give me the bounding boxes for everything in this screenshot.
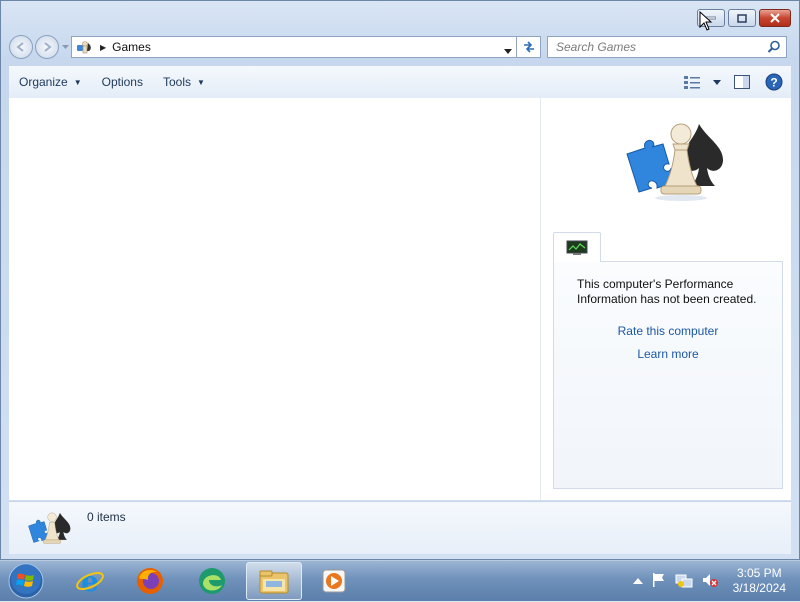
- item-count: 0 items: [87, 510, 126, 524]
- games-thumbnail-icon: [25, 508, 73, 553]
- tools-menu-button[interactable]: Tools ▼: [153, 70, 215, 94]
- clock-date: 3/18/2024: [732, 581, 786, 595]
- svg-text:e: e: [81, 566, 99, 596]
- chevron-up-icon: [632, 578, 643, 584]
- clock[interactable]: 3:05 PM 3/18/2024: [733, 566, 786, 596]
- games-info-pane: This computer's Performance Information …: [541, 98, 791, 500]
- forward-button[interactable]: [35, 35, 59, 59]
- windows-start-icon: [8, 563, 44, 599]
- tools-label: Tools: [162, 75, 191, 89]
- refresh-button[interactable]: [517, 36, 541, 58]
- organize-menu-button[interactable]: Organize ▼: [9, 70, 92, 94]
- back-button[interactable]: [9, 35, 33, 59]
- folder-icon: [259, 570, 289, 594]
- maximize-button[interactable]: [728, 9, 756, 27]
- chevron-down-icon: [713, 79, 721, 85]
- performance-panel: This computer's Performance Information …: [553, 261, 783, 489]
- svg-text:?: ?: [770, 76, 777, 90]
- preview-pane-button[interactable]: [729, 71, 755, 93]
- search-input[interactable]: [554, 37, 768, 57]
- learn-more-link[interactable]: Learn more: [554, 347, 782, 361]
- edge-browser-icon: [199, 568, 225, 594]
- taskbar: e 3:05 PM 3/18/2024: [0, 560, 800, 601]
- address-row: ▶ Games: [9, 35, 791, 59]
- address-box[interactable]: ▶ Games: [71, 36, 517, 58]
- action-center-flag-icon[interactable]: [651, 572, 667, 591]
- options-label: Options: [101, 75, 143, 89]
- breadcrumb-arrow-icon[interactable]: ▶: [100, 43, 106, 52]
- refresh-icon: [523, 41, 534, 53]
- taskbar-internet-explorer[interactable]: e: [62, 562, 118, 600]
- recent-pages-dropdown[interactable]: [61, 45, 69, 49]
- volume-muted-icon[interactable]: [701, 572, 719, 591]
- organize-label: Organize: [19, 75, 68, 89]
- command-bar-right: ?: [679, 71, 787, 93]
- address-dropdown-icon[interactable]: [504, 43, 512, 57]
- taskbar-media-player[interactable]: [306, 562, 362, 600]
- games-explorer-image: [619, 116, 729, 209]
- explorer-window: ▶ Games Organize ▼ Options: [0, 0, 800, 560]
- taskbar-windows-explorer[interactable]: [246, 562, 302, 600]
- view-options-dropdown[interactable]: [711, 71, 723, 93]
- taskbar-edge[interactable]: [184, 562, 240, 600]
- show-hidden-icons-button[interactable]: [632, 574, 643, 588]
- start-button[interactable]: [8, 563, 44, 599]
- file-list-pane[interactable]: [9, 98, 541, 500]
- preview-pane-icon: [734, 75, 750, 89]
- command-bar: Organize ▼ Options Tools ▼ ?: [9, 65, 791, 99]
- rate-this-computer-link[interactable]: Rate this computer: [554, 324, 782, 338]
- chevron-down-icon: ▼: [197, 77, 205, 87]
- chevron-down-icon: [61, 45, 69, 49]
- chevron-down-icon: ▼: [73, 77, 82, 87]
- details-view-icon: [684, 76, 700, 89]
- breadcrumb-games[interactable]: Games: [112, 40, 151, 54]
- details-pane: 0 items: [9, 501, 791, 554]
- search-box: [547, 36, 787, 58]
- close-icon: [770, 13, 780, 23]
- help-button[interactable]: ?: [761, 71, 787, 93]
- back-arrow-icon: [16, 42, 24, 52]
- mouse-cursor-icon: [699, 10, 713, 34]
- firefox-icon: [137, 568, 163, 594]
- system-tray: 3:05 PM 3/18/2024: [632, 561, 786, 601]
- maximize-icon: [737, 13, 747, 23]
- close-button[interactable]: [759, 9, 791, 27]
- forward-arrow-icon: [44, 42, 52, 52]
- performance-tab[interactable]: [553, 232, 601, 262]
- content-area: This computer's Performance Information …: [9, 98, 791, 500]
- options-button[interactable]: Options: [92, 70, 153, 94]
- internet-explorer-icon: e: [76, 566, 104, 596]
- games-folder-icon: [76, 39, 94, 55]
- network-icon[interactable]: [675, 572, 693, 591]
- help-icon: ?: [765, 73, 783, 91]
- clock-time: 3:05 PM: [736, 566, 782, 580]
- search-icon[interactable]: [767, 40, 781, 57]
- taskbar-firefox[interactable]: [122, 562, 178, 600]
- performance-monitor-icon: [566, 240, 588, 255]
- change-view-button[interactable]: [679, 71, 705, 93]
- media-player-icon: [322, 569, 346, 593]
- performance-message: This computer's Performance Information …: [577, 277, 757, 306]
